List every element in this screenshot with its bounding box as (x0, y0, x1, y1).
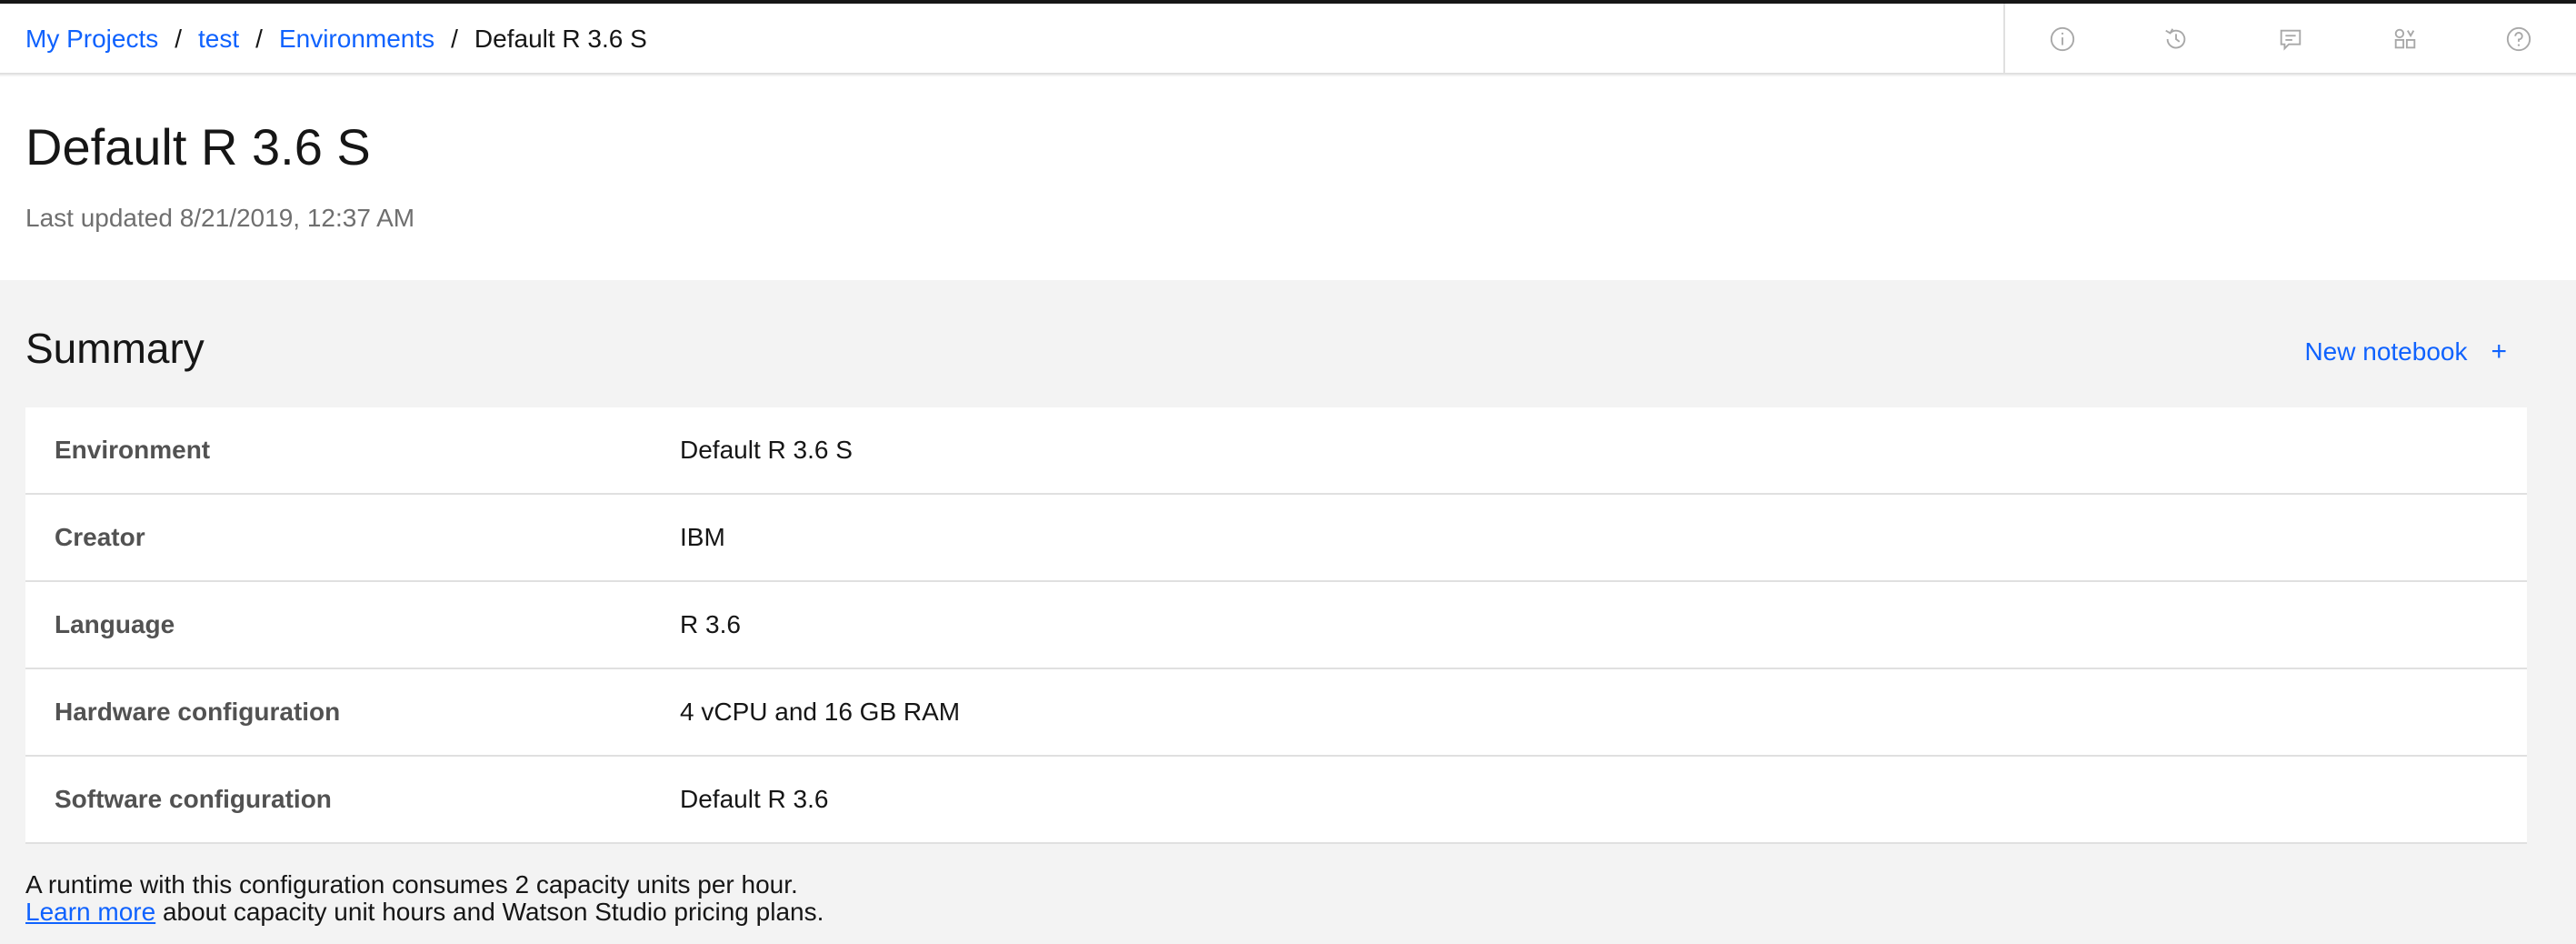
capacity-note: A runtime with this configuration consum… (25, 871, 824, 926)
table-row: Software configuration Default R 3.6 (25, 757, 2527, 844)
breadcrumb-my-projects[interactable]: My Projects (25, 25, 158, 54)
row-key: Creator (55, 523, 145, 551)
breadcrumb-current: Default R 3.6 S (474, 25, 647, 53)
comment-icon[interactable] (2233, 4, 2348, 75)
breadcrumb-separator: / (451, 25, 458, 53)
table-row: Environment Default R 3.6 S (25, 407, 2527, 495)
table-row: Language R 3.6 (25, 582, 2527, 669)
title-section: Default R 3.6 S Last updated 8/21/2019, … (0, 76, 2576, 280)
header-bar: My Projects / test / Environments / Defa… (0, 4, 2576, 75)
summary-table: Environment Default R 3.6 S Creator IBM … (25, 407, 2527, 844)
breadcrumb: My Projects / test / Environments / Defa… (25, 4, 647, 75)
table-row: Creator IBM (25, 495, 2527, 582)
row-value: Default R 3.6 S (680, 436, 853, 464)
row-value: IBM (680, 523, 725, 551)
new-notebook-label: New notebook (2304, 337, 2468, 366)
data-assets-icon[interactable] (2348, 4, 2462, 75)
table-row: Hardware configuration 4 vCPU and 16 GB … (25, 669, 2527, 757)
breadcrumb-separator: / (175, 25, 183, 53)
row-value: Default R 3.6 (680, 785, 829, 813)
history-icon[interactable] (2120, 4, 2234, 75)
summary-heading: Summary (25, 325, 205, 372)
row-key: Hardware configuration (55, 698, 341, 726)
help-icon[interactable] (2461, 4, 2576, 75)
row-value: R 3.6 (680, 610, 741, 638)
learn-more-link[interactable]: Learn more (25, 898, 155, 926)
plus-icon: + (2491, 336, 2507, 367)
row-key: Software configuration (55, 785, 332, 813)
page-title: Default R 3.6 S (25, 118, 371, 176)
capacity-note-line2-text: about capacity unit hours and Watson Stu… (155, 898, 824, 926)
last-updated-text: Last updated 8/21/2019, 12:37 AM (25, 204, 415, 232)
capacity-note-line1: A runtime with this configuration consum… (25, 870, 798, 899)
breadcrumb-environments[interactable]: Environments (279, 25, 434, 54)
header-icon-group (2005, 4, 2576, 75)
capacity-note-line2: Learn more about capacity unit hours and… (25, 899, 824, 926)
row-value: 4 vCPU and 16 GB RAM (680, 698, 961, 726)
new-notebook-button[interactable]: New notebook + (2304, 336, 2507, 367)
info-icon[interactable] (2005, 4, 2120, 75)
breadcrumb-test[interactable]: test (198, 25, 239, 54)
row-key: Environment (55, 436, 211, 464)
breadcrumb-separator: / (255, 25, 263, 53)
row-key: Language (55, 610, 175, 638)
